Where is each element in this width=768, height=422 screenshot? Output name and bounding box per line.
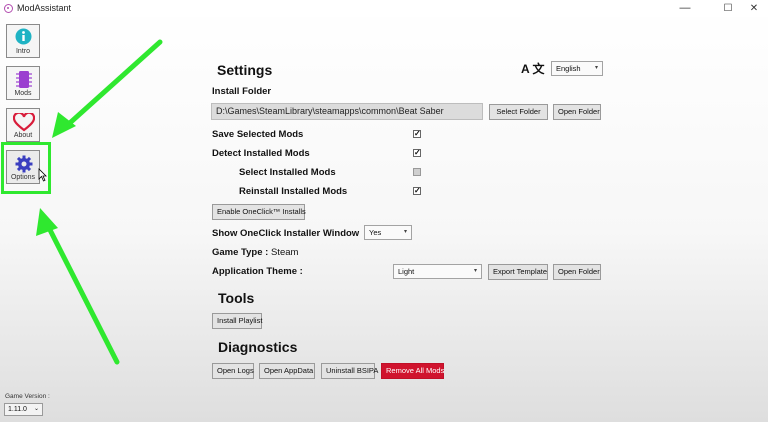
- theme-open-folder-button[interactable]: Open Folder: [553, 264, 601, 280]
- save-selected-mods-checkbox[interactable]: ✓: [413, 130, 421, 138]
- install-folder-path: D:\Games\SteamLibrary\steamapps\common\B…: [211, 103, 483, 120]
- remove-all-mods-button[interactable]: Remove All Mods: [381, 363, 444, 379]
- show-oneclick-window-label: Show OneClick Installer Window: [212, 228, 360, 239]
- open-folder-button[interactable]: Open Folder: [553, 104, 601, 120]
- chevron-down-icon: ▾: [473, 268, 477, 274]
- game-type-value: Steam: [270, 247, 299, 258]
- app-theme-label: Application Theme :: [212, 266, 303, 277]
- app-theme-value: Light: [398, 267, 415, 276]
- detect-installed-mods-label: Detect Installed Mods: [212, 148, 310, 159]
- app-theme-select[interactable]: Light ▾: [393, 264, 482, 279]
- reinstall-installed-mods-label: Reinstall Installed Mods: [239, 186, 348, 197]
- show-oneclick-window-value: Yes: [369, 228, 382, 237]
- game-version-value: 1.11.0: [8, 406, 27, 413]
- chevron-down-icon: ⌄: [33, 406, 39, 412]
- tools-heading: Tools: [218, 290, 255, 306]
- detect-installed-mods-checkbox[interactable]: ✓: [413, 149, 421, 157]
- game-version-label: Game Version :: [5, 393, 50, 400]
- save-selected-mods-label: Save Selected Mods: [212, 129, 304, 140]
- language-icon: A 文: [521, 62, 545, 76]
- diagnostics-heading: Diagnostics: [218, 339, 298, 355]
- game-type-row: Game Type : Steam: [212, 247, 298, 258]
- language-select[interactable]: English ▾: [551, 61, 603, 76]
- enable-oneclick-button[interactable]: Enable OneClick™ Installs: [212, 204, 306, 220]
- reinstall-installed-mods-checkbox[interactable]: ✓: [413, 187, 421, 195]
- annotation-arrow-lower: [43, 219, 120, 365]
- arrow-head-lower: [36, 208, 58, 236]
- export-template-button[interactable]: Export Template: [488, 264, 548, 280]
- chevron-down-icon: ▾: [594, 65, 598, 71]
- install-playlist-button[interactable]: Install Playlist: [212, 313, 262, 329]
- select-installed-mods-label: Select Installed Mods: [239, 167, 336, 178]
- select-installed-mods-checkbox[interactable]: [413, 168, 421, 176]
- game-version-select[interactable]: 1.11.0 ⌄: [4, 403, 43, 416]
- game-type-label: Game Type :: [212, 247, 269, 258]
- annotation-arrow-upper: [59, 39, 163, 133]
- settings-heading: Settings: [217, 62, 273, 78]
- uninstall-bsipa-button[interactable]: Uninstall BSIPA: [321, 363, 378, 379]
- select-folder-button[interactable]: Select Folder: [489, 104, 548, 120]
- arrow-head-upper: [52, 112, 76, 138]
- annotation-arrows: [36, 39, 163, 365]
- open-appdata-button[interactable]: Open AppData: [259, 363, 315, 379]
- chevron-down-icon: ▾: [403, 229, 407, 235]
- language-value: English: [556, 64, 581, 73]
- show-oneclick-window-select[interactable]: Yes ▾: [364, 225, 412, 240]
- open-logs-button[interactable]: Open Logs: [212, 363, 254, 379]
- install-folder-label: Install Folder: [212, 86, 272, 97]
